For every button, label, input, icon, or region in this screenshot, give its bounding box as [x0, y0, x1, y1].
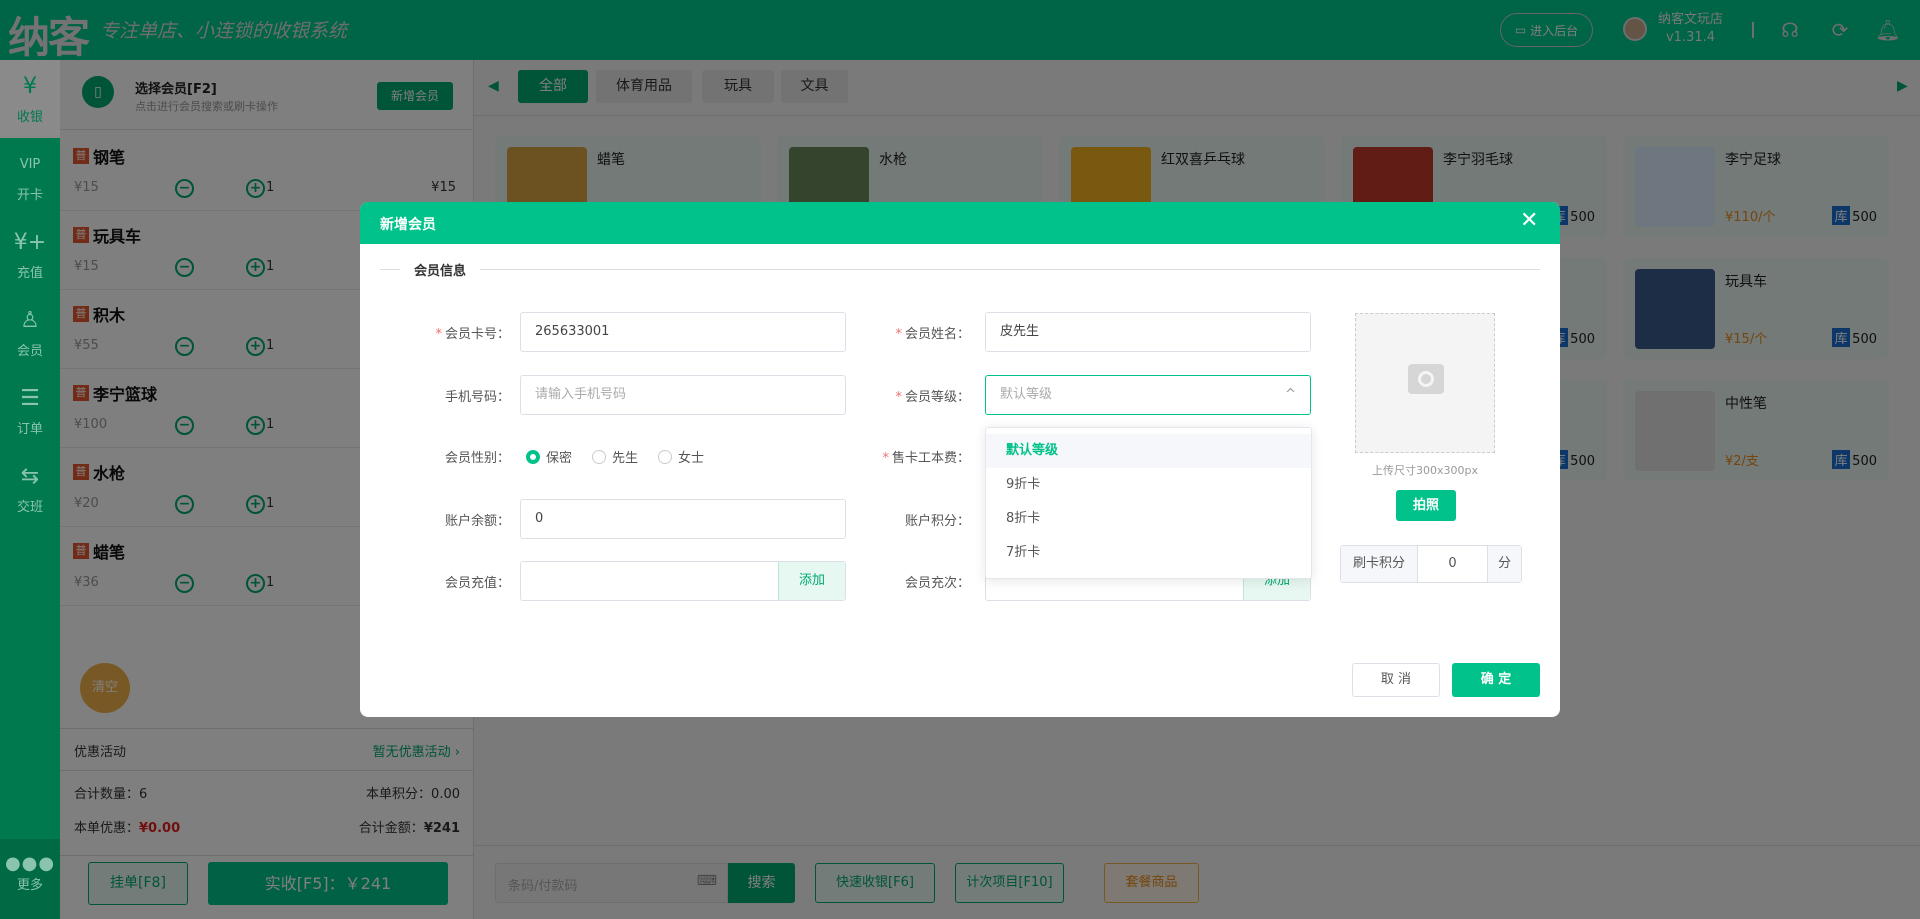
nav-item-5[interactable]: ⇆ 交班	[0, 450, 60, 528]
balance-input[interactable]: 0	[520, 499, 846, 539]
member-name-input[interactable]: 皮先生	[985, 312, 1311, 352]
recharge-input[interactable]: 添加	[520, 561, 846, 601]
nav-label: 订单	[16, 422, 43, 437]
phone-label: 手机号码：	[444, 390, 510, 405]
take-photo-button[interactable]: 拍照	[1396, 490, 1456, 521]
swipe-points-input[interactable]: 0	[1418, 546, 1487, 582]
level-placeholder: 默认等级	[1000, 387, 1053, 402]
swipe-points-group: 刷卡积分 0 分	[1340, 545, 1522, 583]
more-icon: ●●●	[4, 853, 56, 874]
nav-label: 收银	[16, 110, 43, 125]
member-name-label: * 会员姓名：	[895, 327, 970, 342]
swipe-points-label: 刷卡积分	[1341, 546, 1418, 582]
order-icon: ☰	[20, 386, 40, 411]
cashier-icon: ¥	[23, 74, 37, 99]
nav-item-0[interactable]: ¥ 收银	[0, 60, 60, 138]
shift-icon: ⇆	[20, 464, 40, 489]
nav-label: 交班	[16, 500, 43, 515]
swipe-points-unit: 分	[1487, 546, 1521, 582]
photo-hint: 上传尺寸300x300px	[1372, 464, 1478, 477]
more-label: 更多	[16, 878, 43, 893]
vip-card-icon: VIP	[19, 157, 41, 172]
section-title: 会员信息	[414, 264, 467, 279]
nav-label: 开卡	[16, 188, 43, 203]
dialog-title: 新增会员	[380, 217, 436, 233]
phone-input[interactable]: 请输入手机号码	[520, 375, 846, 415]
cancel-button[interactable]: 取 消	[1352, 663, 1440, 697]
count-recharge-label: 会员充次：	[904, 576, 970, 591]
section-member-info: 会员信息	[380, 260, 1540, 280]
more-button[interactable]: ●●● 更多	[0, 839, 60, 919]
photo-upload[interactable]	[1355, 313, 1495, 453]
new-member-dialog: 新增会员 ✕ 会员信息 * 会员卡号： 265633001 * 会员姓名： 皮先生 …	[360, 202, 1560, 717]
nav-label: 会员	[16, 344, 43, 359]
confirm-button[interactable]: 确 定	[1452, 663, 1540, 697]
gender-male-radio[interactable]: 先生	[592, 447, 638, 466]
chevron-up-icon: ^	[1285, 387, 1296, 402]
level-option[interactable]: 8折卡	[986, 502, 1311, 536]
level-label: * 会员等级：	[895, 390, 970, 405]
level-option[interactable]: 默认等级	[986, 434, 1311, 468]
points-label: 账户积分：	[904, 514, 970, 529]
level-dropdown: 默认等级 9折卡 8折卡 7折卡	[985, 427, 1312, 579]
member-icon: ♙	[20, 308, 40, 333]
gender-radio-group: 保密 先生 女士	[520, 447, 820, 467]
nav-item-3[interactable]: ♙ 会员	[0, 294, 60, 372]
level-option[interactable]: 7折卡	[986, 536, 1311, 570]
card-no-input[interactable]: 265633001	[520, 312, 846, 352]
card-fee-label: * 售卡工本费：	[882, 451, 970, 466]
side-nav: ¥ 收银 VIP 开卡 ¥+ 充值 ♙ 会员 ☰ 订单 ⇆ 交班 ●●● 更多	[0, 60, 60, 919]
gender-secret-radio[interactable]: 保密	[526, 447, 572, 466]
nav-label: 充值	[16, 266, 43, 281]
nav-item-1[interactable]: VIP 开卡	[0, 138, 60, 216]
nav-item-4[interactable]: ☰ 订单	[0, 372, 60, 450]
recharge-label: 会员充值：	[444, 576, 510, 591]
level-select[interactable]: 默认等级 ^	[985, 375, 1311, 415]
balance-label: 账户余额：	[444, 514, 510, 529]
level-option[interactable]: 9折卡	[986, 468, 1311, 502]
recharge-icon: ¥+	[13, 230, 47, 255]
card-no-label: * 会员卡号：	[435, 327, 510, 342]
gender-label: 会员性别：	[444, 451, 510, 466]
nav-item-2[interactable]: ¥+ 充值	[0, 216, 60, 294]
camera-icon	[1408, 364, 1444, 394]
gender-female-radio[interactable]: 女士	[658, 447, 704, 466]
dialog-header: 新增会员 ✕	[360, 202, 1560, 244]
close-icon[interactable]: ✕	[1520, 208, 1538, 233]
